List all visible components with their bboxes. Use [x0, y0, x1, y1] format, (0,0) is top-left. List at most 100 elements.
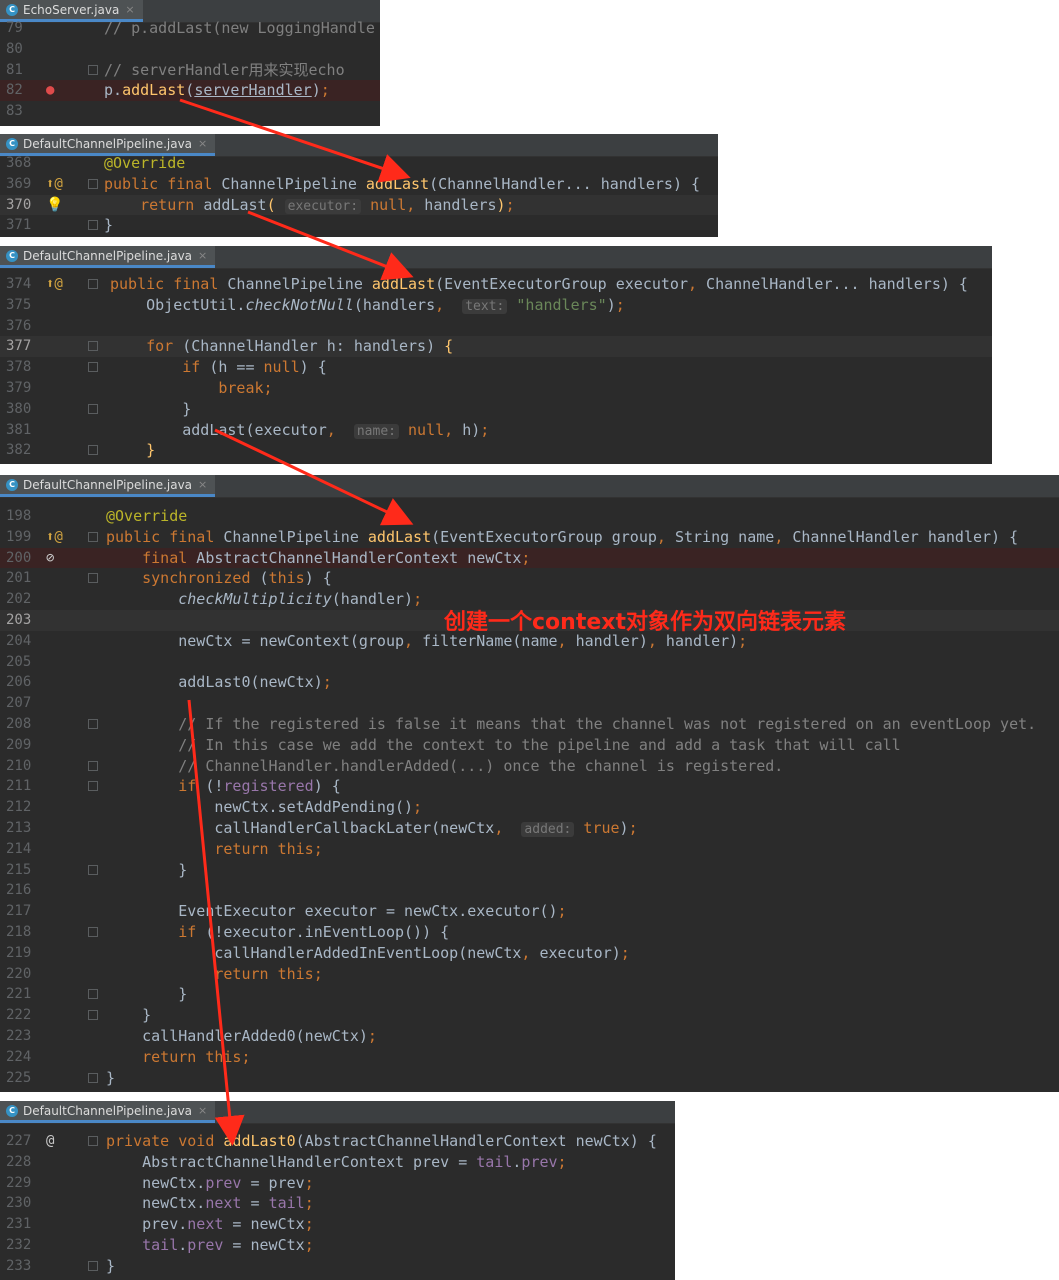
fold-marker-icon[interactable] [88, 927, 98, 937]
fold-marker-icon[interactable] [88, 573, 98, 584]
line-number: 376 [6, 317, 32, 334]
code-line[interactable]: 216 [0, 880, 1059, 901]
code-line[interactable]: 198 @Override [0, 506, 1059, 527]
code-line[interactable]: 79 // p.addLast(new LoggingHandle [0, 18, 380, 39]
line-number: 368 [6, 155, 32, 171]
fold-marker-icon[interactable] [88, 1136, 98, 1146]
code-line[interactable]: 222 } [0, 1005, 1059, 1026]
override-icon[interactable]: ⬆@ [46, 174, 86, 195]
fold-marker-icon[interactable] [88, 279, 98, 289]
code-line[interactable]: 207 [0, 693, 1059, 714]
code-line[interactable]: 380 } [0, 399, 992, 420]
line-number: 382 [6, 442, 32, 459]
code-line[interactable]: 227 @ private void addLast0(AbstractChanne… [0, 1131, 675, 1152]
fold-marker-icon[interactable] [88, 445, 98, 456]
code-line[interactable]: 82 ● p.addLast(serverHandler); [0, 80, 380, 102]
lightbulb-icon[interactable]: 💡 [46, 195, 86, 216]
code-line[interactable]: 369 ⬆@ public final ChannelPipeline addLas… [0, 174, 718, 195]
code-line[interactable]: 219 callHandlerAddedInEventLoop(newCtx, … [0, 943, 1059, 964]
fold-marker-icon[interactable] [88, 989, 98, 1000]
fold-marker-icon[interactable] [88, 864, 98, 875]
tab-defaultchannelpipeline[interactable]: C DefaultChannelPipeline.java × [0, 475, 216, 497]
code-line[interactable]: 209 // In this case we add the context t… [0, 735, 1059, 756]
fold-marker-icon[interactable] [88, 719, 98, 729]
breakpoint-icon[interactable]: ● [46, 80, 86, 101]
close-icon[interactable]: × [198, 249, 207, 262]
code-line[interactable]: 370 💡 return addLast( executor: null, han… [0, 194, 718, 216]
code-line[interactable]: 220 return this; [0, 964, 1059, 985]
line-number: 219 [6, 944, 32, 961]
code-line[interactable]: 377 for (ChannelHandler h: handlers) { [0, 336, 992, 358]
annotation-icon[interactable]: @ [46, 1131, 86, 1152]
code-line[interactable]: 208 // If the registered is false it mea… [0, 714, 1059, 735]
code-line[interactable]: 221 } [0, 984, 1059, 1005]
code-line[interactable]: 81 // serverHandler用来实现echo [0, 60, 380, 81]
code-line[interactable]: 374 ⬆@ public final ChannelPipeline addLas… [0, 274, 992, 295]
line-number: 214 [6, 840, 32, 857]
close-icon[interactable]: × [198, 137, 207, 150]
code-line[interactable]: 230 newCtx.next = tail; [0, 1193, 675, 1214]
code-text: return addLast( executor: null, handlers… [140, 195, 515, 214]
code-line[interactable]: 371} [0, 215, 718, 236]
code-line[interactable]: 378 if (h == null) { [0, 357, 992, 378]
code-line[interactable]: 231 prev.next = newCtx; [0, 1214, 675, 1235]
fold-marker-icon[interactable] [88, 362, 98, 373]
fold-marker-icon[interactable] [88, 178, 98, 189]
code-line[interactable]: 233} [0, 1256, 675, 1277]
code-line[interactable]: 83 [0, 101, 380, 122]
close-icon[interactable]: × [198, 478, 207, 491]
code-line[interactable]: 379 break; [0, 378, 992, 399]
fold-marker-icon[interactable] [88, 1010, 98, 1021]
code-text: newCtx.setAddPending(); [106, 798, 423, 817]
close-icon[interactable]: × [125, 3, 134, 16]
code-line[interactable]: 214 return this; [0, 839, 1059, 860]
line-number: 79 [6, 20, 23, 36]
disabled-breakpoint-icon[interactable]: ⊘ [46, 548, 86, 569]
code-line[interactable]: 218 if (!executor.inEventLoop()) { [0, 922, 1059, 943]
fold-marker-icon[interactable] [88, 64, 98, 75]
line-number: 228 [6, 1153, 32, 1170]
code-line[interactable]: 375 ObjectUtil.checkNotNull(handlers, te… [0, 295, 992, 316]
code-line[interactable]: 205 [0, 652, 1059, 673]
code-line[interactable]: 232 tail.prev = newCtx; [0, 1235, 675, 1256]
code-line[interactable]: 206 addLast0(newCtx); [0, 672, 1059, 693]
close-icon[interactable]: × [198, 1104, 207, 1117]
line-number: 374 [6, 276, 32, 292]
code-line[interactable]: 228 AbstractChannelHandlerContext prev =… [0, 1152, 675, 1173]
code-line[interactable]: 224 return this; [0, 1047, 1059, 1068]
override-icon[interactable]: ⬆@ [46, 274, 86, 295]
line-number: 216 [6, 882, 32, 899]
code-line[interactable]: 213 callHandlerCallbackLater(newCtx, add… [0, 818, 1059, 839]
fold-marker-icon[interactable] [88, 220, 98, 231]
code-line[interactable]: 225} [0, 1068, 1059, 1089]
code-line[interactable]: 200 ⊘ final AbstractChannelHandlerContext… [0, 547, 1059, 569]
code-line[interactable]: 217 EventExecutor executor = newCtx.exec… [0, 901, 1059, 922]
fold-marker-icon[interactable] [88, 781, 98, 792]
override-icon[interactable]: ⬆@ [46, 527, 86, 548]
code-line[interactable]: 381 addLast(executor, name: null, h); [0, 420, 992, 441]
fold-marker-icon[interactable] [88, 341, 98, 352]
fold-marker-icon[interactable] [88, 531, 98, 542]
code-line[interactable]: 212 newCtx.setAddPending(); [0, 797, 1059, 818]
code-line[interactable]: 211 if (!registered) { [0, 776, 1059, 797]
line-number: 223 [6, 1028, 32, 1044]
code-line[interactable]: 382 } [0, 440, 992, 461]
fold-marker-icon[interactable] [88, 1072, 98, 1083]
code-line[interactable]: 229 newCtx.prev = prev; [0, 1173, 675, 1194]
fold-marker-icon[interactable] [88, 1260, 98, 1271]
line-number: 81 [6, 61, 23, 78]
code-line[interactable]: 199 ⬆@ public final ChannelPipeline addLas… [0, 527, 1059, 548]
tab-defaultchannelpipeline[interactable]: C DefaultChannelPipeline.java × [0, 246, 216, 268]
code-line[interactable]: 215 } [0, 860, 1059, 881]
fold-marker-icon[interactable] [88, 403, 98, 414]
tab-label: EchoServer.java [23, 2, 120, 17]
tab-defaultchannelpipeline[interactable]: C DefaultChannelPipeline.java × [0, 1101, 216, 1123]
code-line[interactable]: 368 @Override [0, 153, 718, 174]
fold-marker-icon[interactable] [88, 760, 98, 771]
code-text: break; [218, 379, 273, 397]
code-line[interactable]: 210 // ChannelHandler.handlerAdded(...) … [0, 756, 1059, 777]
code-line[interactable]: 376 [0, 316, 992, 337]
code-line[interactable]: 223 callHandlerAdded0(newCtx); [0, 1026, 1059, 1047]
code-line[interactable]: 201 synchronized (this) { [0, 568, 1059, 589]
code-line[interactable]: 80 [0, 39, 380, 60]
